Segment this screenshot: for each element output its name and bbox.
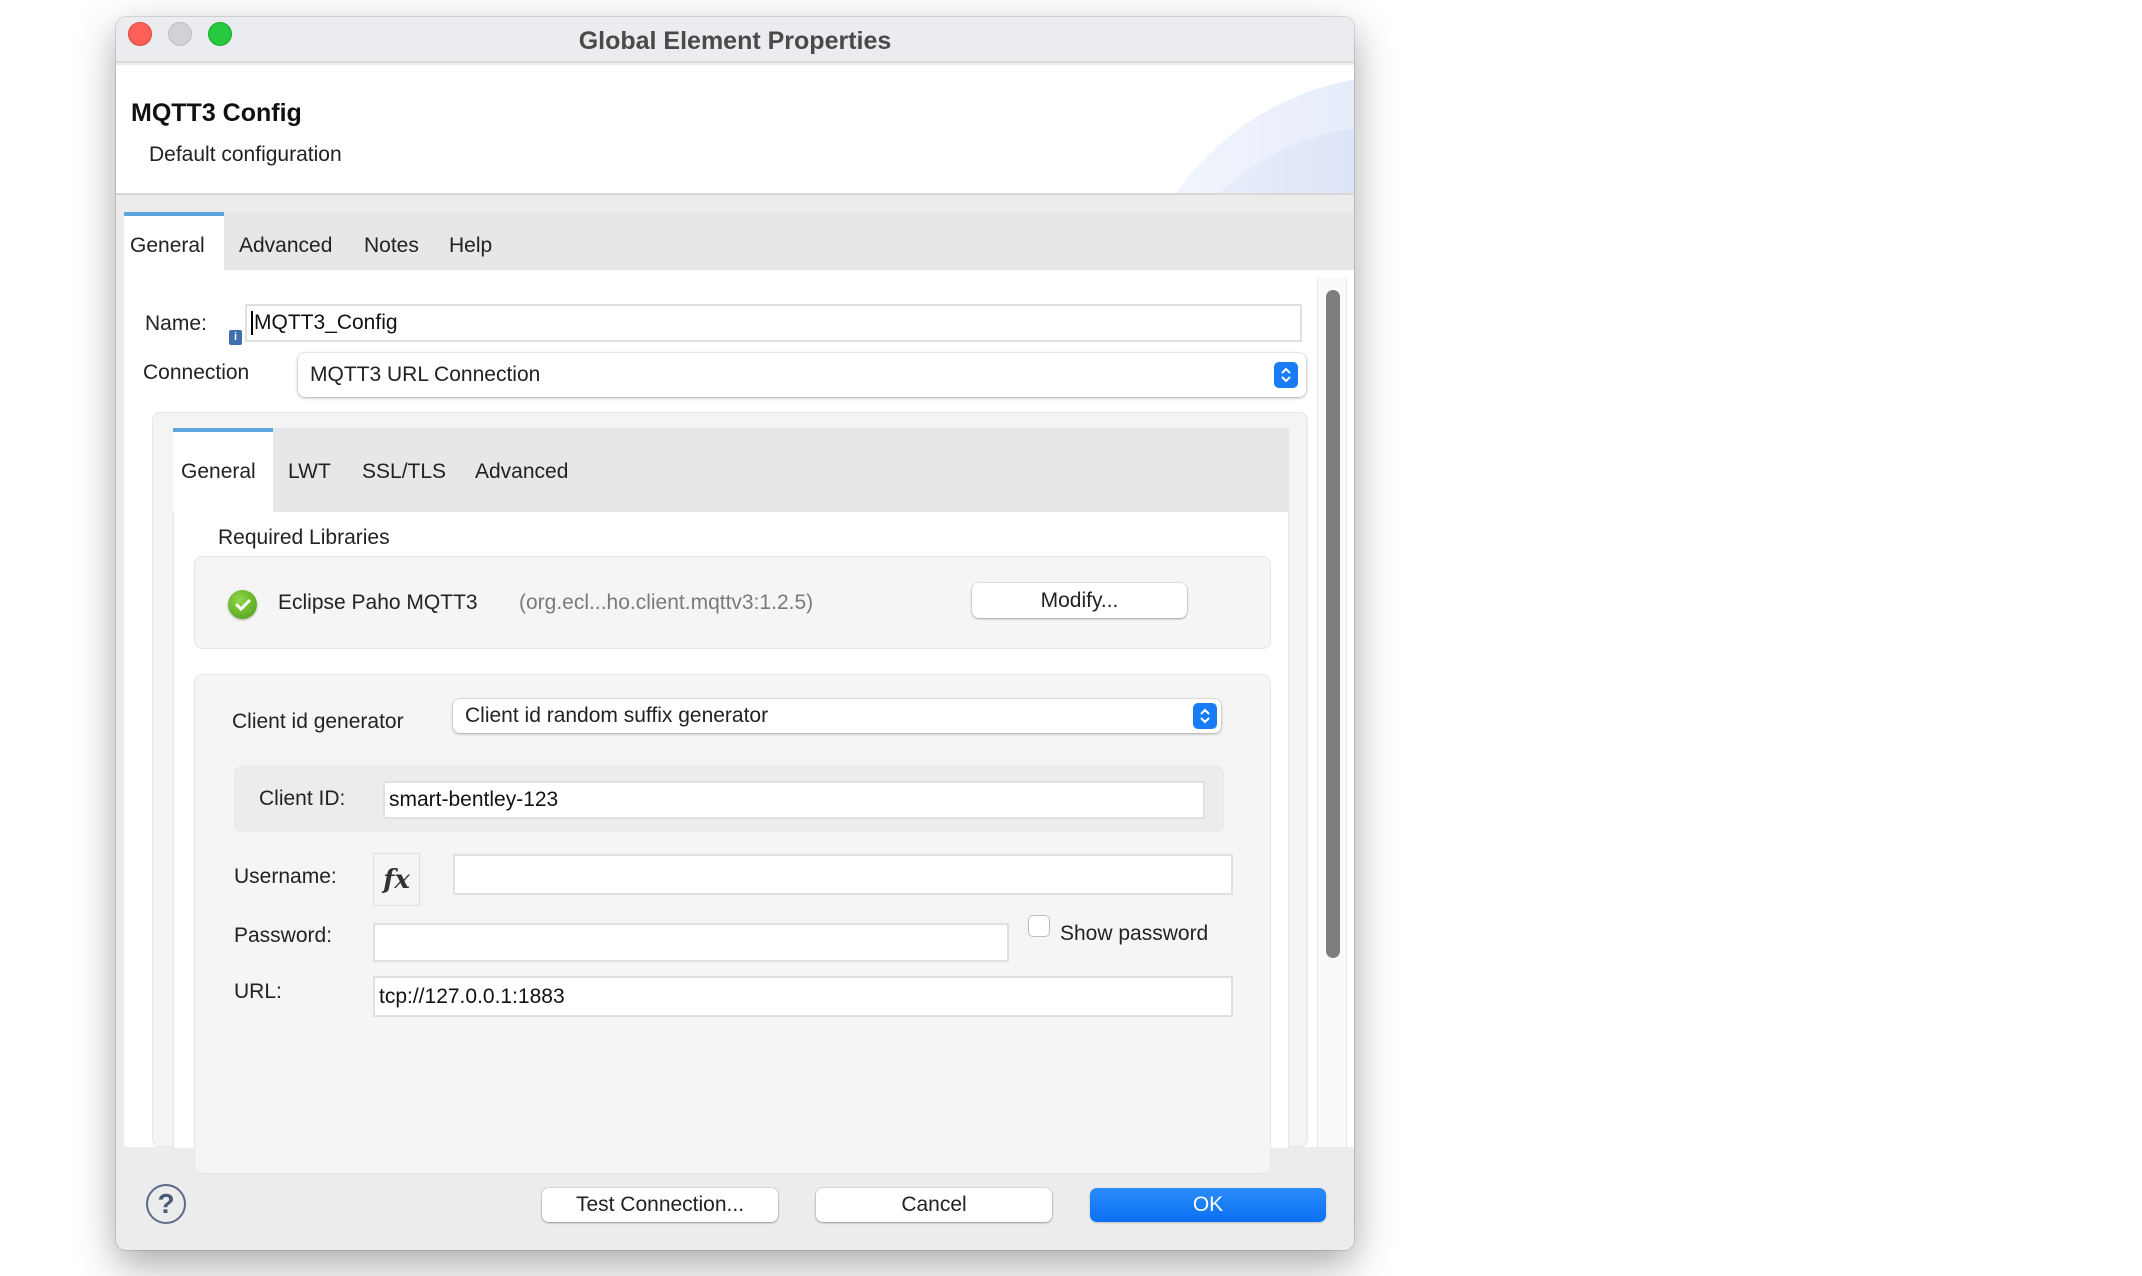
- global-element-properties-dialog: Global Element Properties MQTT3 Config D…: [116, 17, 1354, 1250]
- text-cursor: [251, 311, 253, 335]
- inner-tab-general[interactable]: General: [173, 428, 273, 512]
- select-stepper-icon: [1274, 362, 1298, 388]
- name-input[interactable]: MQTT3_Config: [245, 304, 1302, 342]
- inner-tab-ssl-tls[interactable]: SSL/TLS: [362, 428, 446, 512]
- name-input-value: MQTT3_Config: [254, 311, 398, 334]
- title-bar: Global Element Properties: [116, 17, 1354, 63]
- tab-general[interactable]: General: [124, 212, 224, 270]
- tab-advanced[interactable]: Advanced: [239, 212, 332, 270]
- inner-tab-lwt[interactable]: LWT: [288, 428, 331, 512]
- connection-general-body: Required Libraries Eclipse Paho MQTT3 (o…: [173, 512, 1289, 1174]
- client-id-group: Client ID: smart-bentley-123: [234, 766, 1224, 832]
- client-id-value: smart-bentley-123: [389, 788, 559, 811]
- username-input[interactable]: [453, 854, 1233, 895]
- password-label: Password:: [234, 924, 333, 947]
- library-coordinates: (org.ecl...ho.client.mqttv3:1.2.5): [519, 591, 814, 614]
- modify-library-button[interactable]: Modify...: [972, 583, 1187, 618]
- select-stepper-icon: [1193, 703, 1217, 729]
- connection-label: Connection: [143, 361, 250, 384]
- connection-select[interactable]: MQTT3 URL Connection: [298, 353, 1306, 397]
- client-id-generator-label: Client id generator: [232, 710, 404, 733]
- client-id-generator-value: Client id random suffix generator: [465, 704, 769, 727]
- header-title: MQTT3 Config: [131, 99, 302, 127]
- name-label: Name:: [145, 312, 207, 335]
- client-id-generator-select[interactable]: Client id random suffix generator: [453, 699, 1221, 733]
- username-label: Username:: [234, 865, 337, 888]
- required-libraries-label: Required Libraries: [218, 526, 390, 549]
- connection-panel: General LWT SSL/TLS Advanced Required Li…: [152, 412, 1308, 1174]
- info-icon: i: [229, 330, 242, 345]
- url-label: URL:: [234, 980, 282, 1003]
- library-row: Eclipse Paho MQTT3 (org.ecl...ho.client.…: [194, 556, 1271, 649]
- inner-tab-advanced[interactable]: Advanced: [475, 428, 568, 512]
- tab-notes[interactable]: Notes: [364, 212, 419, 270]
- scrollbar-thumb[interactable]: [1326, 290, 1340, 958]
- password-input[interactable]: [373, 923, 1009, 962]
- cancel-button[interactable]: Cancel: [816, 1188, 1052, 1222]
- client-id-input[interactable]: smart-bentley-123: [383, 781, 1205, 819]
- general-tab-content: Name: i MQTT3_Config Connection MQTT3 UR…: [124, 270, 1354, 1174]
- show-password-label[interactable]: Show password: [1060, 922, 1208, 946]
- header-subtitle: Default configuration: [149, 143, 342, 166]
- expression-fx-button[interactable]: fx: [373, 853, 420, 906]
- help-icon[interactable]: ?: [146, 1184, 186, 1224]
- connection-select-value: MQTT3 URL Connection: [310, 363, 541, 386]
- ok-button[interactable]: OK: [1090, 1188, 1326, 1222]
- connection-tab-bar: General LWT SSL/TLS Advanced: [173, 428, 1289, 512]
- check-ok-icon: [228, 590, 257, 619]
- client-id-label: Client ID:: [259, 787, 346, 810]
- show-password-checkbox[interactable]: [1028, 915, 1050, 937]
- url-value: tcp://127.0.0.1:1883: [379, 984, 565, 1008]
- library-name: Eclipse Paho MQTT3: [278, 591, 478, 614]
- main-tab-bar: General Advanced Notes Help: [124, 212, 1354, 270]
- connection-settings-group: Client id generator Client id random suf…: [194, 674, 1271, 1174]
- vertical-scrollbar[interactable]: [1317, 278, 1347, 1147]
- window-title: Global Element Properties: [578, 27, 892, 55]
- url-input[interactable]: tcp://127.0.0.1:1883: [373, 976, 1233, 1017]
- test-connection-button[interactable]: Test Connection...: [542, 1188, 778, 1222]
- dialog-header: MQTT3 Config Default configuration: [116, 65, 1354, 195]
- tab-help[interactable]: Help: [449, 212, 492, 270]
